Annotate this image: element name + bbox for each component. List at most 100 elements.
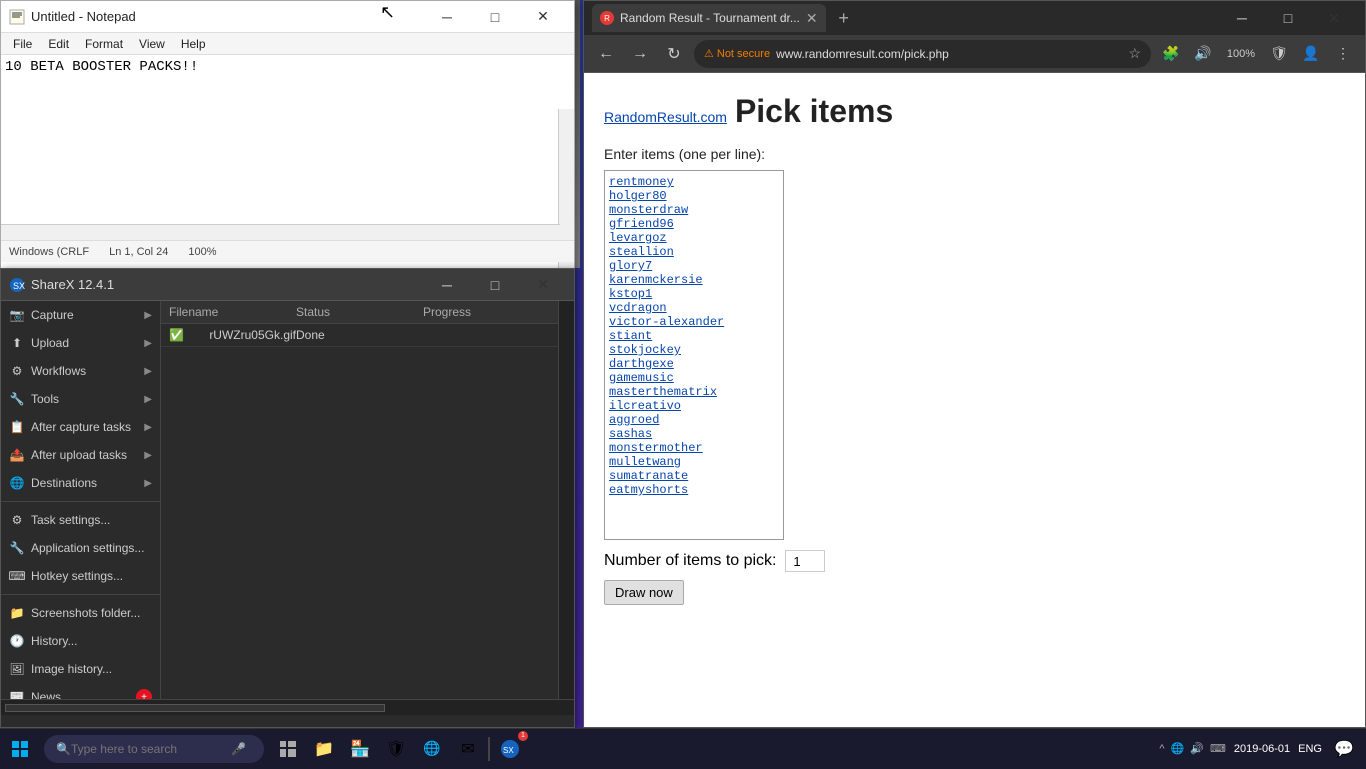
sidebar-item-upload[interactable]: ⬆ Upload ▶ (1, 329, 160, 357)
list-item[interactable]: ilcreativo (609, 399, 779, 413)
browser-tab-active[interactable]: R Random Result - Tournament dr... ✕ (592, 4, 826, 32)
sidebar-item-after-capture[interactable]: 📋 After capture tasks ▶ (1, 413, 160, 441)
table-row[interactable]: ✅ rUWZru05Gk.gif Done (161, 324, 558, 347)
list-item[interactable]: sumatranate (609, 469, 779, 483)
sidebar-item-tools[interactable]: 🔧 Tools ▶ (1, 385, 160, 413)
list-item[interactable]: stiant (609, 329, 779, 343)
sharex-maximize-button[interactable]: □ (472, 269, 518, 301)
security-warning-text: Not secure (717, 48, 770, 60)
notepad-text-area[interactable]: 10 BETA BOOSTER PACKS!! (1, 55, 574, 240)
sidebar-item-screenshots-label: Screenshots folder... (31, 606, 140, 620)
list-item[interactable]: monsterdraw (609, 203, 779, 217)
search-input[interactable] (71, 742, 231, 756)
row-filename: ✅ rUWZru05Gk.gif (169, 328, 296, 342)
up-arrow-icon[interactable]: ^ (1159, 743, 1164, 755)
notepad-menu-edit[interactable]: Edit (40, 33, 77, 55)
sidebar-item-task-settings[interactable]: ⚙ Task settings... (1, 506, 160, 534)
browser-tab-close-button[interactable]: ✕ (806, 10, 818, 27)
sharex-minimize-button[interactable]: ─ (424, 269, 470, 301)
security-taskbar-button[interactable]: 🛡 (380, 733, 412, 765)
list-item[interactable]: karenmckersie (609, 273, 779, 287)
notepad-minimize-button[interactable]: ─ (424, 1, 470, 33)
notepad-horizontal-scrollbar[interactable] (1, 224, 560, 240)
sidebar-item-news[interactable]: 📰 News + (1, 683, 160, 699)
shield-icon[interactable]: 🛡 (1265, 40, 1293, 68)
profile-icon[interactable]: 👤 (1297, 40, 1325, 68)
address-bar[interactable]: ⚠ Not secure www.randomresult.com/pick.p… (694, 40, 1151, 68)
notification-button[interactable]: 💬 (1330, 735, 1358, 763)
system-clock[interactable]: 2019-06-01 (1234, 743, 1290, 755)
chrome-button[interactable]: 🌐 (416, 733, 448, 765)
file-explorer-button[interactable]: 📁 (308, 733, 340, 765)
mail-button[interactable]: ✉ (452, 733, 484, 765)
list-item[interactable]: holger80 (609, 189, 779, 203)
draw-button[interactable]: Draw now (604, 580, 684, 605)
list-item[interactable]: gamemusic (609, 371, 779, 385)
start-button[interactable] (0, 729, 40, 769)
list-item[interactable]: kstop1 (609, 287, 779, 301)
keyboard-tray-icon[interactable]: ⌨ (1210, 742, 1226, 755)
list-item[interactable]: sashas (609, 427, 779, 441)
sharex-vertical-scrollbar[interactable] (558, 301, 574, 699)
notepad-maximize-button[interactable]: □ (472, 1, 518, 33)
browser-new-tab-button[interactable]: + (830, 4, 858, 32)
news-badge: + (136, 689, 152, 699)
browser-minimize-button[interactable]: ─ (1219, 2, 1265, 34)
list-item[interactable]: stokjockey (609, 343, 779, 357)
sidebar-item-workflows[interactable]: ⚙ Workflows ▶ (1, 357, 160, 385)
sidebar-item-app-settings[interactable]: 🔧 Application settings... (1, 534, 160, 562)
list-item[interactable]: glory7 (609, 259, 779, 273)
zoom-indicator[interactable]: 100% (1221, 40, 1261, 68)
sharex-horizontal-scrollbar[interactable] (1, 699, 574, 715)
sidebar-item-after-upload[interactable]: 📤 After upload tasks ▶ (1, 441, 160, 469)
network-tray-icon[interactable]: 🌐 (1171, 742, 1185, 755)
number-input[interactable] (785, 550, 825, 572)
list-item[interactable]: vcdragon (609, 301, 779, 315)
task-view-button[interactable] (272, 733, 304, 765)
items-list-container[interactable]: rentmoneyholger80monsterdrawgfriend96lev… (604, 170, 784, 540)
refresh-button[interactable]: ↻ (660, 40, 688, 68)
notepad-vertical-scrollbar[interactable] (558, 109, 574, 294)
list-item[interactable]: mulletwang (609, 455, 779, 469)
notepad-close-button[interactable]: ✕ (520, 1, 566, 33)
browser-close-button[interactable]: ✕ (1311, 2, 1357, 34)
menu-icon[interactable]: ⋮ (1329, 40, 1357, 68)
list-item[interactable]: masterthematrix (609, 385, 779, 399)
sidebar-item-history-label: History... (31, 634, 77, 648)
list-item[interactable]: monstermother (609, 441, 779, 455)
forward-button[interactable]: → (626, 40, 654, 68)
sharex-close-button[interactable]: ✕ (520, 269, 566, 301)
sidebar-item-destinations[interactable]: 🌐 Destinations ▶ (1, 469, 160, 497)
taskbar-search-bar[interactable]: 🔍 🎤 (44, 735, 264, 763)
list-item[interactable]: darthgexe (609, 357, 779, 371)
browser-maximize-button[interactable]: □ (1265, 2, 1311, 34)
volume-icon[interactable]: 🔊 (1189, 40, 1217, 68)
column-status: Status (296, 305, 423, 319)
notepad-menu-format[interactable]: Format (77, 33, 131, 55)
list-item[interactable]: steallion (609, 245, 779, 259)
volume-tray-icon[interactable]: 🔊 (1190, 742, 1204, 755)
microphone-icon[interactable]: 🎤 (231, 742, 246, 756)
list-item[interactable]: eatmyshorts (609, 483, 779, 497)
number-row: Number of items to pick: (604, 550, 1345, 572)
sidebar-item-hotkey-settings[interactable]: ⌨ Hotkey settings... (1, 562, 160, 590)
star-bookmark-icon[interactable]: ☆ (1128, 45, 1141, 62)
store-button[interactable]: 🏪 (344, 733, 376, 765)
list-item[interactable]: gfriend96 (609, 217, 779, 231)
notepad-menu-help[interactable]: Help (173, 33, 214, 55)
site-name-link[interactable]: RandomResult.com (604, 109, 727, 125)
sidebar-item-capture[interactable]: 📷 Capture ▶ (1, 301, 160, 329)
extensions-icon[interactable]: 🧩 (1157, 40, 1185, 68)
sharex-window: SX ShareX 12.4.1 ─ □ ✕ 📷 Capture ▶ ⬆ Upl… (0, 268, 575, 728)
back-button[interactable]: ← (592, 40, 620, 68)
list-item[interactable]: aggroed (609, 413, 779, 427)
sharex-taskbar-button[interactable]: SX 1 (494, 733, 526, 765)
list-item[interactable]: rentmoney (609, 175, 779, 189)
list-item[interactable]: levargoz (609, 231, 779, 245)
sidebar-item-history[interactable]: 🕐 History... (1, 627, 160, 655)
sidebar-item-screenshots-folder[interactable]: 📁 Screenshots folder... (1, 599, 160, 627)
notepad-menu-view[interactable]: View (131, 33, 173, 55)
notepad-menu-file[interactable]: File (5, 33, 40, 55)
list-item[interactable]: victor-alexander (609, 315, 779, 329)
sidebar-item-image-history[interactable]: 🖼 Image history... (1, 655, 160, 683)
